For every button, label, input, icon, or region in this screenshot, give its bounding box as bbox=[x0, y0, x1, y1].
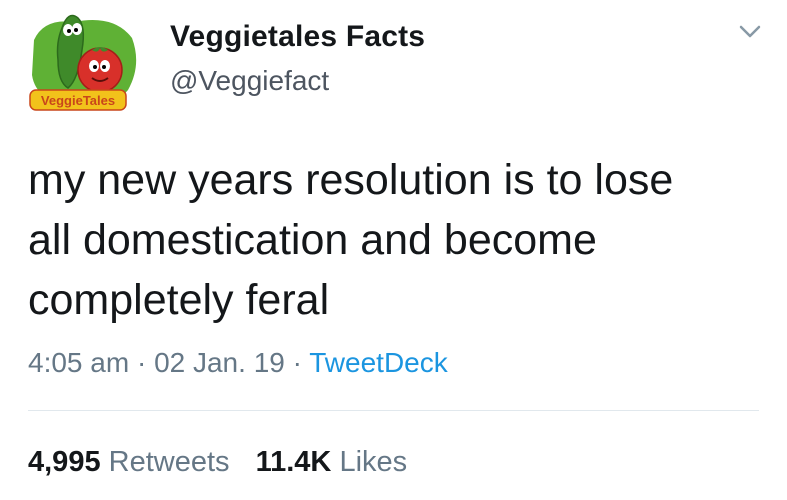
tweet-date[interactable]: 02 Jan. 19 bbox=[154, 347, 285, 378]
tweet-text-line: my new years resolution is to lose bbox=[28, 156, 674, 204]
veggietales-logo-icon: VeggieTales bbox=[29, 14, 137, 111]
tweet-text-line: completely feral bbox=[28, 276, 330, 324]
tweet-stats: 4,995 Retweets 11.4K Likes bbox=[28, 446, 425, 479]
chevron-down-icon[interactable] bbox=[739, 24, 761, 40]
user-handle[interactable]: @Veggiefact bbox=[170, 65, 329, 97]
likes-stat[interactable]: 11.4K Likes bbox=[256, 446, 408, 479]
display-name[interactable]: Veggietales Facts bbox=[170, 20, 425, 54]
tweet-text: my new years resolution is to lose all d… bbox=[28, 150, 768, 330]
tweet-card: VeggieTales Veggietales Facts @Veggiefac… bbox=[0, 0, 787, 500]
retweets-stat[interactable]: 4,995 Retweets bbox=[28, 446, 230, 479]
tweet-metadata: 4:05 am · 02 Jan. 19 · TweetDeck bbox=[28, 347, 448, 379]
likes-label: Likes bbox=[339, 446, 408, 478]
meta-separator: · bbox=[136, 347, 147, 378]
avatar-logo-text: VeggieTales bbox=[41, 93, 115, 108]
divider bbox=[28, 410, 759, 411]
avatar[interactable]: VeggieTales bbox=[24, 10, 142, 120]
tweet-source-link[interactable]: TweetDeck bbox=[309, 347, 448, 378]
tweet-text-line: all domestication and become bbox=[28, 216, 597, 264]
retweets-count: 4,995 bbox=[28, 446, 101, 478]
likes-count: 11.4K bbox=[255, 446, 332, 478]
meta-separator: · bbox=[292, 347, 302, 378]
tweet-time[interactable]: 4:05 am bbox=[28, 347, 129, 378]
retweets-label: Retweets bbox=[108, 446, 230, 478]
